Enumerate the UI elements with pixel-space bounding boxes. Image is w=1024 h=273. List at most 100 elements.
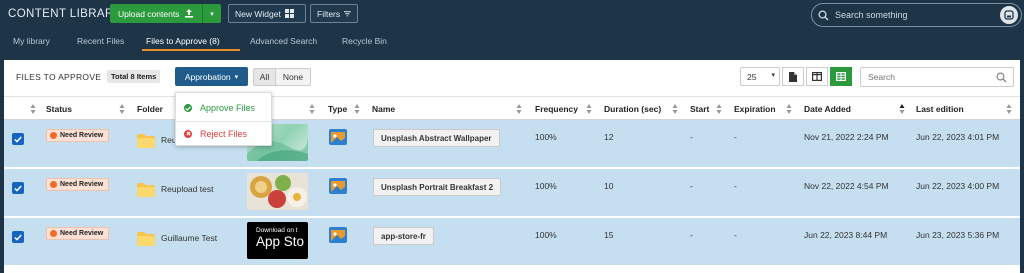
tab-files-to-approve[interactable]: Files to Approve (8): [146, 36, 220, 46]
sort-icon[interactable]: [354, 103, 360, 115]
table-search[interactable]: [860, 67, 1014, 87]
chevron-down-icon: ▾: [771, 72, 775, 79]
per-page-value: 25: [747, 71, 757, 82]
view-file-button[interactable]: [782, 67, 804, 86]
upload-contents-button[interactable]: Upload contents ▾: [110, 4, 221, 23]
frequency: 100%: [535, 230, 557, 240]
row-checkbox[interactable]: [12, 182, 24, 194]
last-edition: Jun 23, 2023 5:36 PM: [916, 230, 1000, 240]
start: -: [690, 181, 693, 191]
columns-icon: [812, 72, 822, 81]
start: -: [690, 230, 693, 240]
header-folder[interactable]: Folder: [137, 104, 163, 114]
status-text: Need Review: [60, 181, 104, 188]
table-icon: [836, 72, 846, 81]
file-name[interactable]: Unsplash Portrait Breakfast 2: [373, 178, 502, 196]
check-circle-icon: [184, 104, 192, 112]
header-name[interactable]: Name: [372, 104, 395, 114]
status-badge: Need Review: [46, 178, 110, 191]
tab-recent-files[interactable]: Recent Files: [77, 36, 124, 46]
date-added: Nov 21, 2022 2:24 PM: [804, 132, 889, 142]
tab-advanced-search[interactable]: Advanced Search: [250, 36, 317, 46]
status-dot: [50, 181, 57, 188]
sort-icon[interactable]: [586, 103, 592, 115]
row-checkbox[interactable]: [12, 231, 24, 243]
reject-files-item[interactable]: Reject Files: [176, 121, 273, 145]
start: -: [690, 132, 693, 142]
new-widget-button[interactable]: New Widget: [228, 4, 306, 23]
sort-icon[interactable]: [309, 103, 315, 115]
status-text: Need Review: [60, 230, 104, 237]
thumbnail-app-store[interactable]: Download on t App Sto: [247, 222, 308, 259]
table-row[interactable]: Need Review Guillaume Test Download on t…: [4, 218, 1020, 266]
upload-contents-main[interactable]: Upload contents: [110, 4, 203, 23]
top-bar: CONTENT LIBRARY Upload contents ▾ New Wi…: [0, 0, 1024, 31]
chevron-down-icon: ▾: [234, 73, 239, 81]
row-checkbox[interactable]: [12, 133, 24, 145]
table-row[interactable]: Need Review Reupload test Unsplash Portr…: [4, 169, 1020, 217]
date-added: Jun 22, 2023 8:44 PM: [804, 230, 888, 240]
table-header: Status Folder Type Name Frequency Durati…: [4, 96, 1020, 120]
app-title: CONTENT LIBRARY: [8, 8, 122, 20]
header-last-edition[interactable]: Last edition: [916, 104, 964, 114]
header-expiration[interactable]: Expiration: [734, 104, 776, 114]
breakfast-photo-icon: [250, 175, 307, 208]
duration: 10: [604, 181, 614, 191]
approbation-label: Approbation: [184, 71, 231, 82]
check-icon: [14, 184, 22, 192]
header-date-added[interactable]: Date Added: [804, 104, 851, 114]
expiration: -: [734, 181, 737, 191]
upload-icon: [185, 9, 194, 18]
view-table-button[interactable]: [830, 67, 852, 86]
check-icon: [14, 233, 22, 241]
select-all-button[interactable]: All: [253, 68, 276, 86]
filters-button[interactable]: Filters: [310, 4, 358, 23]
sort-icon[interactable]: [672, 103, 678, 115]
filters-label: Filters: [317, 8, 341, 19]
header-type[interactable]: Type: [328, 104, 347, 114]
sort-icon[interactable]: [1006, 103, 1012, 115]
approve-files-label: Approve Files: [200, 103, 256, 113]
user-avatar[interactable]: [1000, 6, 1018, 24]
status-text: Need Review: [60, 132, 104, 139]
select-none-button[interactable]: None: [276, 68, 311, 86]
check-icon: [14, 135, 22, 143]
header-frequency[interactable]: Frequency: [535, 104, 578, 114]
header-start[interactable]: Start: [690, 104, 709, 114]
sort-desc-icon[interactable]: [899, 103, 905, 115]
sort-icon[interactable]: [516, 103, 522, 115]
table-row[interactable]: Need Review Reupload test Unsplash Abstr…: [4, 120, 1020, 168]
search-icon: [996, 72, 1007, 83]
files-panel: FILES TO APPROVE Total 8 Items Approbati…: [4, 60, 1020, 273]
thumbnail-breakfast[interactable]: [247, 173, 308, 210]
section-title: FILES TO APPROVE: [16, 72, 102, 82]
table-search-input[interactable]: [868, 72, 993, 82]
per-page-select[interactable]: 25 ▾: [740, 67, 780, 86]
approve-files-item[interactable]: Approve Files: [176, 96, 273, 120]
status-badge: Need Review: [46, 227, 110, 240]
folder-name: Guillaume Test: [161, 233, 218, 243]
date-added: Nov 22, 2022 4:54 PM: [804, 181, 889, 191]
status-badge: Need Review: [46, 129, 110, 142]
tab-my-library[interactable]: My library: [13, 36, 50, 46]
sort-icon[interactable]: [30, 103, 36, 115]
sort-icon[interactable]: [786, 103, 792, 115]
status-dot: [50, 230, 57, 237]
upload-dropdown-caret[interactable]: ▾: [203, 4, 221, 23]
new-widget-label: New Widget: [235, 8, 281, 19]
sort-icon[interactable]: [716, 103, 722, 115]
header-status[interactable]: Status: [46, 104, 72, 114]
expiration: -: [734, 132, 737, 142]
file-name[interactable]: Unsplash Abstract Wallpaper: [373, 129, 500, 147]
status-dot: [50, 132, 57, 139]
sort-icon[interactable]: [119, 103, 125, 115]
user-icon: [1004, 10, 1014, 20]
header-duration[interactable]: Duration (sec): [604, 104, 661, 114]
approbation-button[interactable]: Approbation ▾: [175, 67, 248, 86]
image-icon: [329, 129, 347, 145]
file-name[interactable]: app-store-fr: [373, 227, 434, 245]
global-search-input[interactable]: [835, 10, 985, 20]
tab-recycle-bin[interactable]: Recycle Bin: [342, 36, 387, 46]
global-search[interactable]: [811, 3, 1022, 27]
view-columns-button[interactable]: [806, 67, 828, 86]
